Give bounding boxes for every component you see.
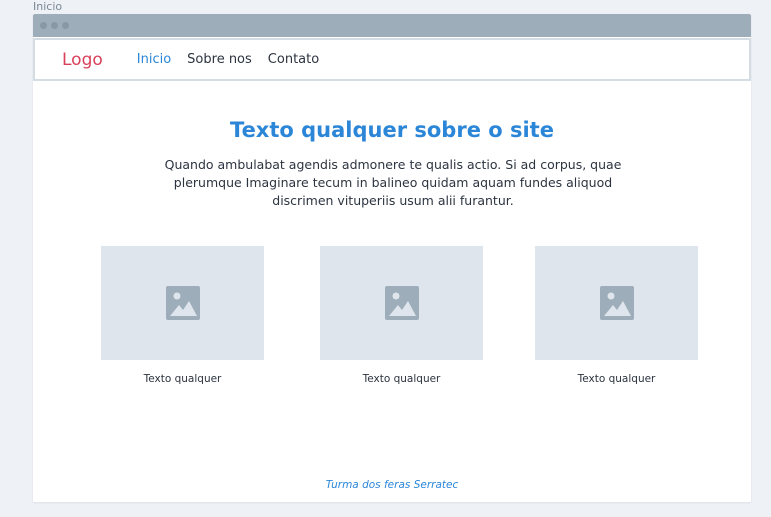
nav-link-contato[interactable]: Contato [268,52,319,67]
window-dot-icon [40,22,47,29]
card-caption: Texto qualquer [143,373,222,385]
image-placeholder [535,246,698,360]
image-placeholder [101,246,264,360]
card: Texto qualquer [535,246,698,385]
window-dot-icon [51,22,58,29]
window-dot-icon [62,22,69,29]
card-caption: Texto qualquer [577,373,656,385]
footer-text: Turma dos feras Serratec [325,479,459,491]
image-icon [384,286,419,320]
browser-window: Logo Inicio Sobre nos Contato Texto qual… [33,14,751,502]
card: Texto qualquer [101,246,264,385]
window-titlebar [33,14,751,37]
hero-description: Quando ambulabat agendis admonere te qua… [164,157,622,208]
image-placeholder [320,246,483,360]
card-caption: Texto qualquer [362,373,441,385]
hero-title: Texto qualquer sobre o site [230,118,554,142]
nav-link-inicio[interactable]: Inicio [137,52,171,67]
nav-link-sobre-nos[interactable]: Sobre nos [187,52,252,67]
image-icon [599,286,634,320]
image-icon [165,286,200,320]
card: Texto qualquer [320,246,483,385]
navbar: Logo Inicio Sobre nos Contato [33,38,751,81]
logo[interactable]: Logo [62,50,103,70]
page-label: Inicio [33,0,63,13]
